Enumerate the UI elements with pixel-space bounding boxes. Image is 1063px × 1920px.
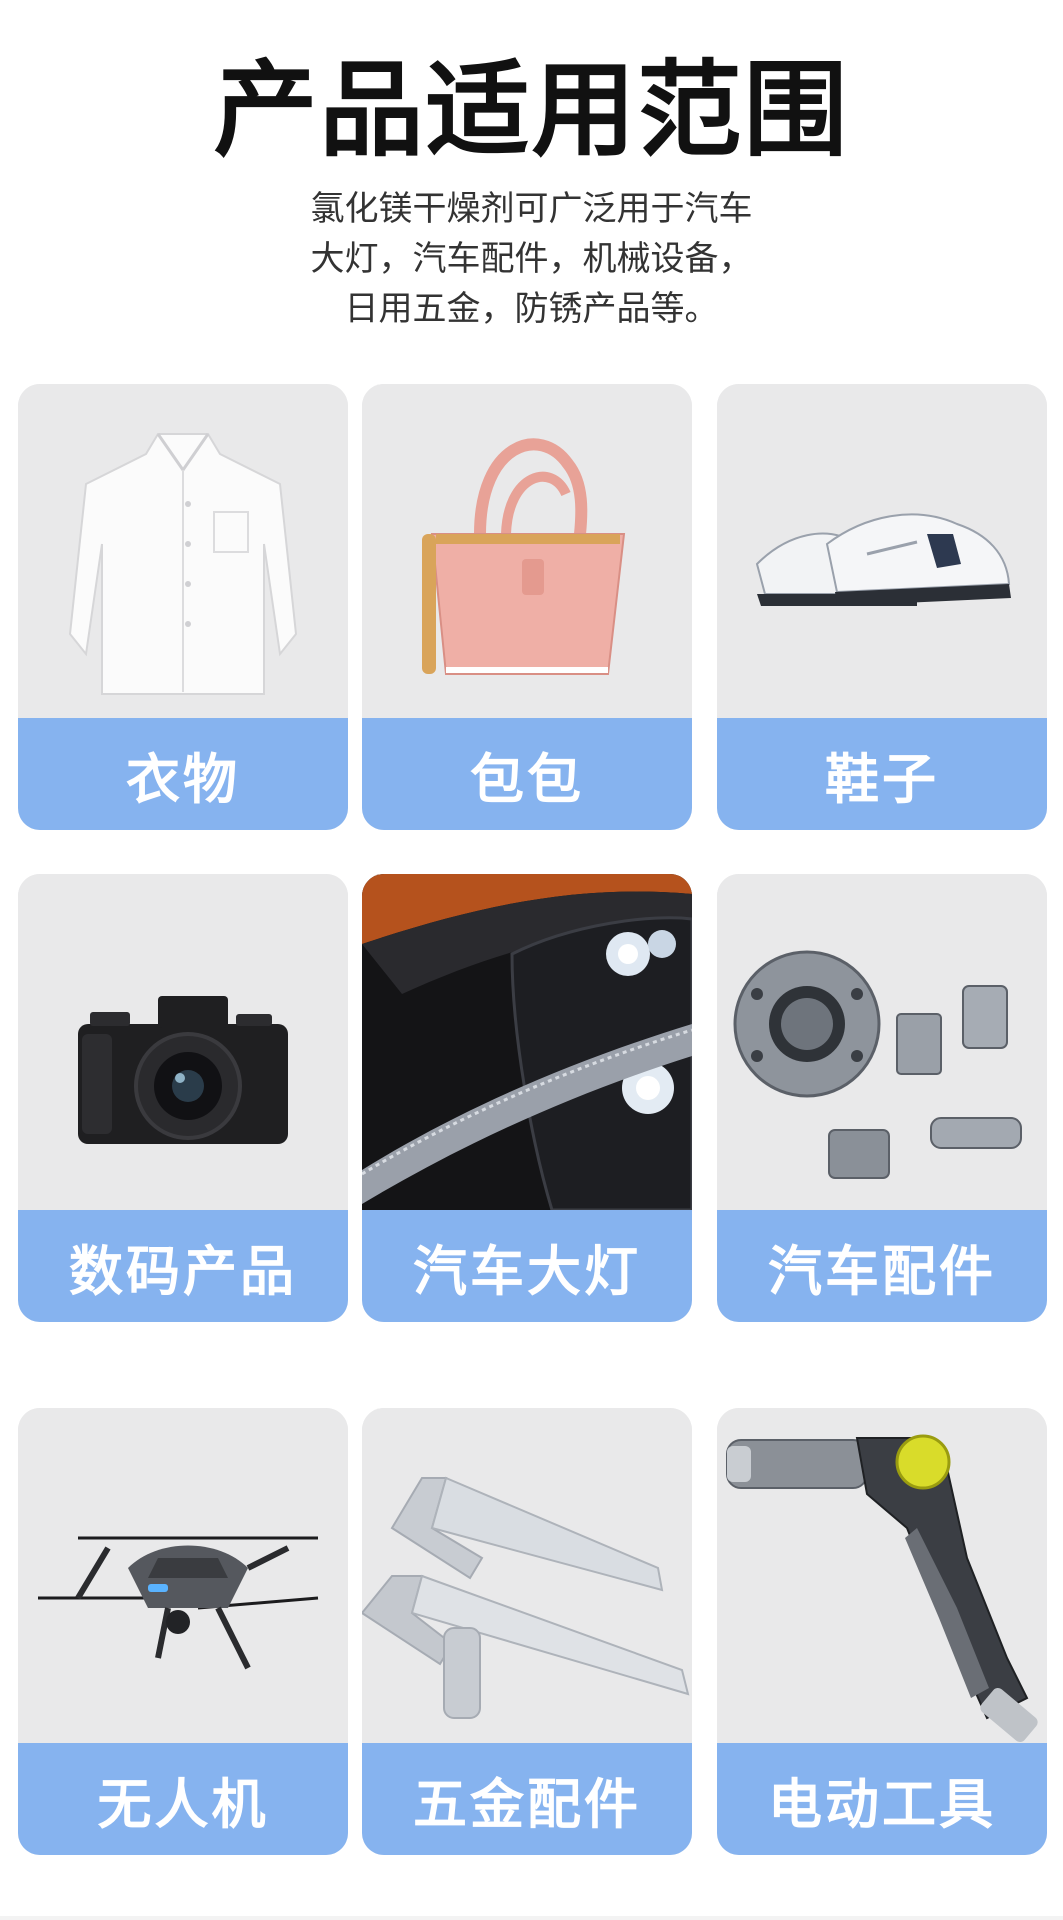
- card-label-bar: 衣物: [18, 718, 348, 830]
- card-label-bar: 数码产品: [18, 1210, 348, 1322]
- card-label: 鞋子: [825, 747, 939, 811]
- subtitle-line: 日用五金，防锈产品等。: [344, 289, 719, 329]
- shirt-image: [18, 384, 348, 718]
- door-handle-image: [362, 1408, 692, 1743]
- bottom-divider: [0, 1916, 1063, 1920]
- category-card-drone[interactable]: 无人机: [18, 1408, 348, 1855]
- category-card-headlight[interactable]: 汽车大灯: [362, 874, 692, 1322]
- card-label-bar: 汽车大灯: [362, 1210, 692, 1322]
- metal-fittings-image: [717, 874, 1047, 1210]
- card-label-bar: 电动工具: [717, 1743, 1047, 1855]
- category-card-shoes[interactable]: 鞋子: [717, 384, 1047, 830]
- card-label-bar: 无人机: [18, 1743, 348, 1855]
- drone-image: [18, 1408, 348, 1743]
- category-card-power-tools[interactable]: 电动工具: [717, 1408, 1047, 1855]
- category-card-bags[interactable]: 包包: [362, 384, 692, 830]
- category-card-digital[interactable]: 数码产品: [18, 874, 348, 1322]
- subtitle: 氯化镁干燥剂可广泛用于汽车 大灯，汽车配件，机械设备， 日用五金，防锈产品等。: [0, 184, 1063, 334]
- card-label: 汽车大灯: [413, 1239, 641, 1303]
- card-label-bar: 五金配件: [362, 1743, 692, 1855]
- camera-image: [18, 874, 348, 1210]
- spray-gun-image: [717, 1408, 1047, 1743]
- subtitle-line: 大灯，汽车配件，机械设备，: [310, 239, 753, 279]
- card-label: 衣物: [126, 747, 240, 811]
- card-label: 电动工具: [768, 1772, 996, 1836]
- subtitle-line: 氯化镁干燥剂可广泛用于汽车: [310, 189, 753, 229]
- card-label: 五金配件: [413, 1772, 641, 1836]
- page-title: 产品适用范围: [213, 49, 850, 171]
- card-label: 包包: [470, 747, 584, 811]
- card-label: 无人机: [97, 1772, 269, 1836]
- car-headlight-image: [362, 874, 692, 1210]
- category-card-clothes[interactable]: 衣物: [18, 384, 348, 830]
- category-card-auto-parts[interactable]: 汽车配件: [717, 874, 1047, 1322]
- card-label-bar: 包包: [362, 718, 692, 830]
- card-label-bar: 鞋子: [717, 718, 1047, 830]
- card-label: 汽车配件: [768, 1239, 996, 1303]
- category-card-hardware[interactable]: 五金配件: [362, 1408, 692, 1855]
- card-label: 数码产品: [69, 1239, 297, 1303]
- card-label-bar: 汽车配件: [717, 1210, 1047, 1322]
- handbag-image: [362, 384, 692, 718]
- sneakers-image: [717, 384, 1047, 718]
